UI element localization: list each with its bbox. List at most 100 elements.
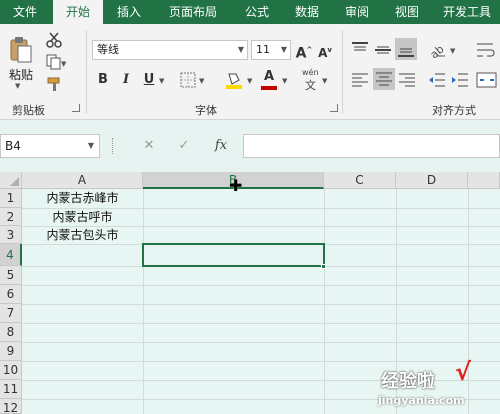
column-header-c[interactable]: C [324, 172, 396, 189]
orientation-dropdown-icon[interactable]: ▼ [450, 47, 455, 55]
row-header-1[interactable]: 1 [0, 189, 22, 208]
alignment-group-label: 对齐方式 [432, 104, 476, 117]
cancel-icon[interactable]: ✕ [138, 134, 160, 158]
underline-dropdown-icon[interactable]: ▼ [159, 77, 164, 85]
phonetic-guide-bottom[interactable]: 文 [305, 77, 316, 93]
paste-icon[interactable] [8, 36, 34, 64]
align-right-icon[interactable] [397, 70, 417, 90]
increase-indent-icon[interactable] [450, 70, 470, 90]
worksheet-grid: A B C D 1 2 3 4 5 6 7 8 9 10 11 12 内蒙古赤峰… [0, 172, 500, 414]
phonetic-guide-top[interactable]: wén [302, 68, 319, 77]
font-size-value: 11 [256, 43, 270, 56]
select-all-icon [10, 177, 19, 186]
gridline [22, 323, 500, 324]
tab-insert[interactable]: 插入 [106, 0, 152, 24]
cell-a3[interactable]: 内蒙古包头市 [22, 226, 143, 244]
cell-a1[interactable]: 内蒙古赤峰市 [22, 189, 143, 208]
gridline [22, 304, 500, 305]
align-left-icon[interactable] [350, 70, 370, 90]
tab-page-layout[interactable]: 页面布局 [158, 0, 228, 24]
row-header-8[interactable]: 8 [0, 323, 22, 342]
decrease-indent-icon[interactable] [427, 70, 447, 90]
font-color-button[interactable]: A [260, 68, 278, 86]
copy-icon[interactable]: ▼ [46, 54, 67, 70]
font-launcher-icon[interactable] [330, 104, 338, 112]
svg-text:ab: ab [428, 42, 447, 60]
column-header-a[interactable]: A [22, 172, 143, 189]
name-box[interactable]: B4 ▼ [0, 134, 100, 158]
enter-icon[interactable]: ✓ [173, 134, 195, 158]
borders-dropdown-icon[interactable]: ▼ [199, 77, 204, 85]
tab-file[interactable]: 文件 [0, 0, 50, 24]
row-header-4[interactable]: 4 [0, 244, 22, 266]
clipboard-group-label: 剪贴板 [12, 104, 45, 117]
name-box-value: B4 [5, 139, 21, 153]
phonetic-dropdown-icon[interactable]: ▼ [322, 77, 327, 85]
fill-handle[interactable] [321, 264, 326, 269]
row-header-12[interactable]: 12 [0, 399, 22, 414]
selected-cell-b4[interactable] [142, 243, 325, 267]
formula-input[interactable] [243, 134, 500, 158]
row-header-5[interactable]: 5 [0, 266, 22, 285]
align-center-icon[interactable] [373, 68, 395, 90]
row-header-6[interactable]: 6 [0, 285, 22, 304]
merge-center-icon[interactable] [476, 70, 498, 90]
svg-text:▼: ▼ [61, 60, 66, 68]
chevron-down-icon: ▼ [237, 45, 244, 54]
bold-button[interactable]: B [94, 70, 112, 90]
ribbon-separator [86, 30, 87, 114]
select-all-button[interactable] [0, 172, 22, 189]
orientation-icon[interactable]: ab [427, 40, 447, 61]
decrease-font-size-button[interactable]: Av [316, 40, 334, 60]
middle-align-icon[interactable] [373, 40, 393, 60]
top-align-icon[interactable] [350, 40, 370, 60]
ribbon-separator [342, 30, 343, 114]
row-header-3[interactable]: 3 [0, 226, 22, 244]
gridline [143, 189, 144, 414]
row-header-10[interactable]: 10 [0, 361, 22, 380]
tab-developer[interactable]: 开发工具 [434, 0, 500, 24]
formula-bar: B4 ▼ ✕ ✓ fx [0, 120, 500, 172]
font-name-select[interactable]: 等线 ▼ [92, 40, 248, 60]
row-header-11[interactable]: 11 [0, 380, 22, 399]
clipboard-launcher-icon[interactable] [72, 104, 80, 112]
underline-button[interactable]: U [140, 70, 158, 90]
paste-label[interactable]: 粘贴 [9, 66, 33, 83]
column-header-d[interactable]: D [396, 172, 468, 189]
tab-view[interactable]: 视图 [384, 0, 430, 24]
gridline [22, 342, 500, 343]
tab-data[interactable]: 数据 [284, 0, 330, 24]
paste-dropdown-icon[interactable]: ▼ [15, 82, 20, 90]
format-painter-icon[interactable] [46, 76, 62, 92]
font-color-swatch [261, 86, 277, 90]
insert-function-icon[interactable]: fx [210, 134, 232, 158]
ribbon-tab-bar: 文件 开始 插入 页面布局 公式 数据 审阅 视图 开发工具 [0, 0, 500, 24]
cut-icon[interactable] [46, 32, 62, 48]
font-color-dropdown-icon[interactable]: ▼ [282, 77, 287, 85]
tab-home[interactable]: 开始 [53, 0, 103, 24]
tab-formulas[interactable]: 公式 [234, 0, 280, 24]
borders-icon[interactable] [180, 72, 196, 88]
bottom-align-icon[interactable] [395, 38, 417, 60]
gridline [324, 189, 325, 414]
column-header-e[interactable] [468, 172, 500, 189]
row-header-9[interactable]: 9 [0, 342, 22, 361]
chevron-down-icon: ▼ [280, 45, 287, 54]
fill-color-icon[interactable] [224, 70, 244, 90]
font-size-select[interactable]: 11 ▼ [251, 40, 291, 60]
ribbon: 粘贴 ▼ ▼ 剪贴板 等线 ▼ 11 ▼ A^ Av B I U ▼ ▼ ▼ A… [0, 24, 500, 120]
formula-bar-grip[interactable] [112, 138, 114, 154]
italic-button[interactable]: I [117, 70, 135, 90]
row-header-2[interactable]: 2 [0, 208, 22, 226]
checkmark-icon: √ [455, 358, 472, 386]
gridline [22, 361, 500, 362]
tab-review[interactable]: 审阅 [334, 0, 380, 24]
fill-color-dropdown-icon[interactable]: ▼ [247, 77, 252, 85]
wrap-text-icon[interactable] [475, 40, 497, 60]
increase-font-size-button[interactable]: A^ [295, 40, 313, 62]
font-group-label: 字体 [195, 104, 217, 117]
cell-a2[interactable]: 内蒙古呼市 [22, 208, 143, 226]
mouse-cursor-icon: ✚ [229, 176, 243, 195]
watermark-url: jingyanla.com [378, 394, 465, 407]
row-header-7[interactable]: 7 [0, 304, 22, 323]
